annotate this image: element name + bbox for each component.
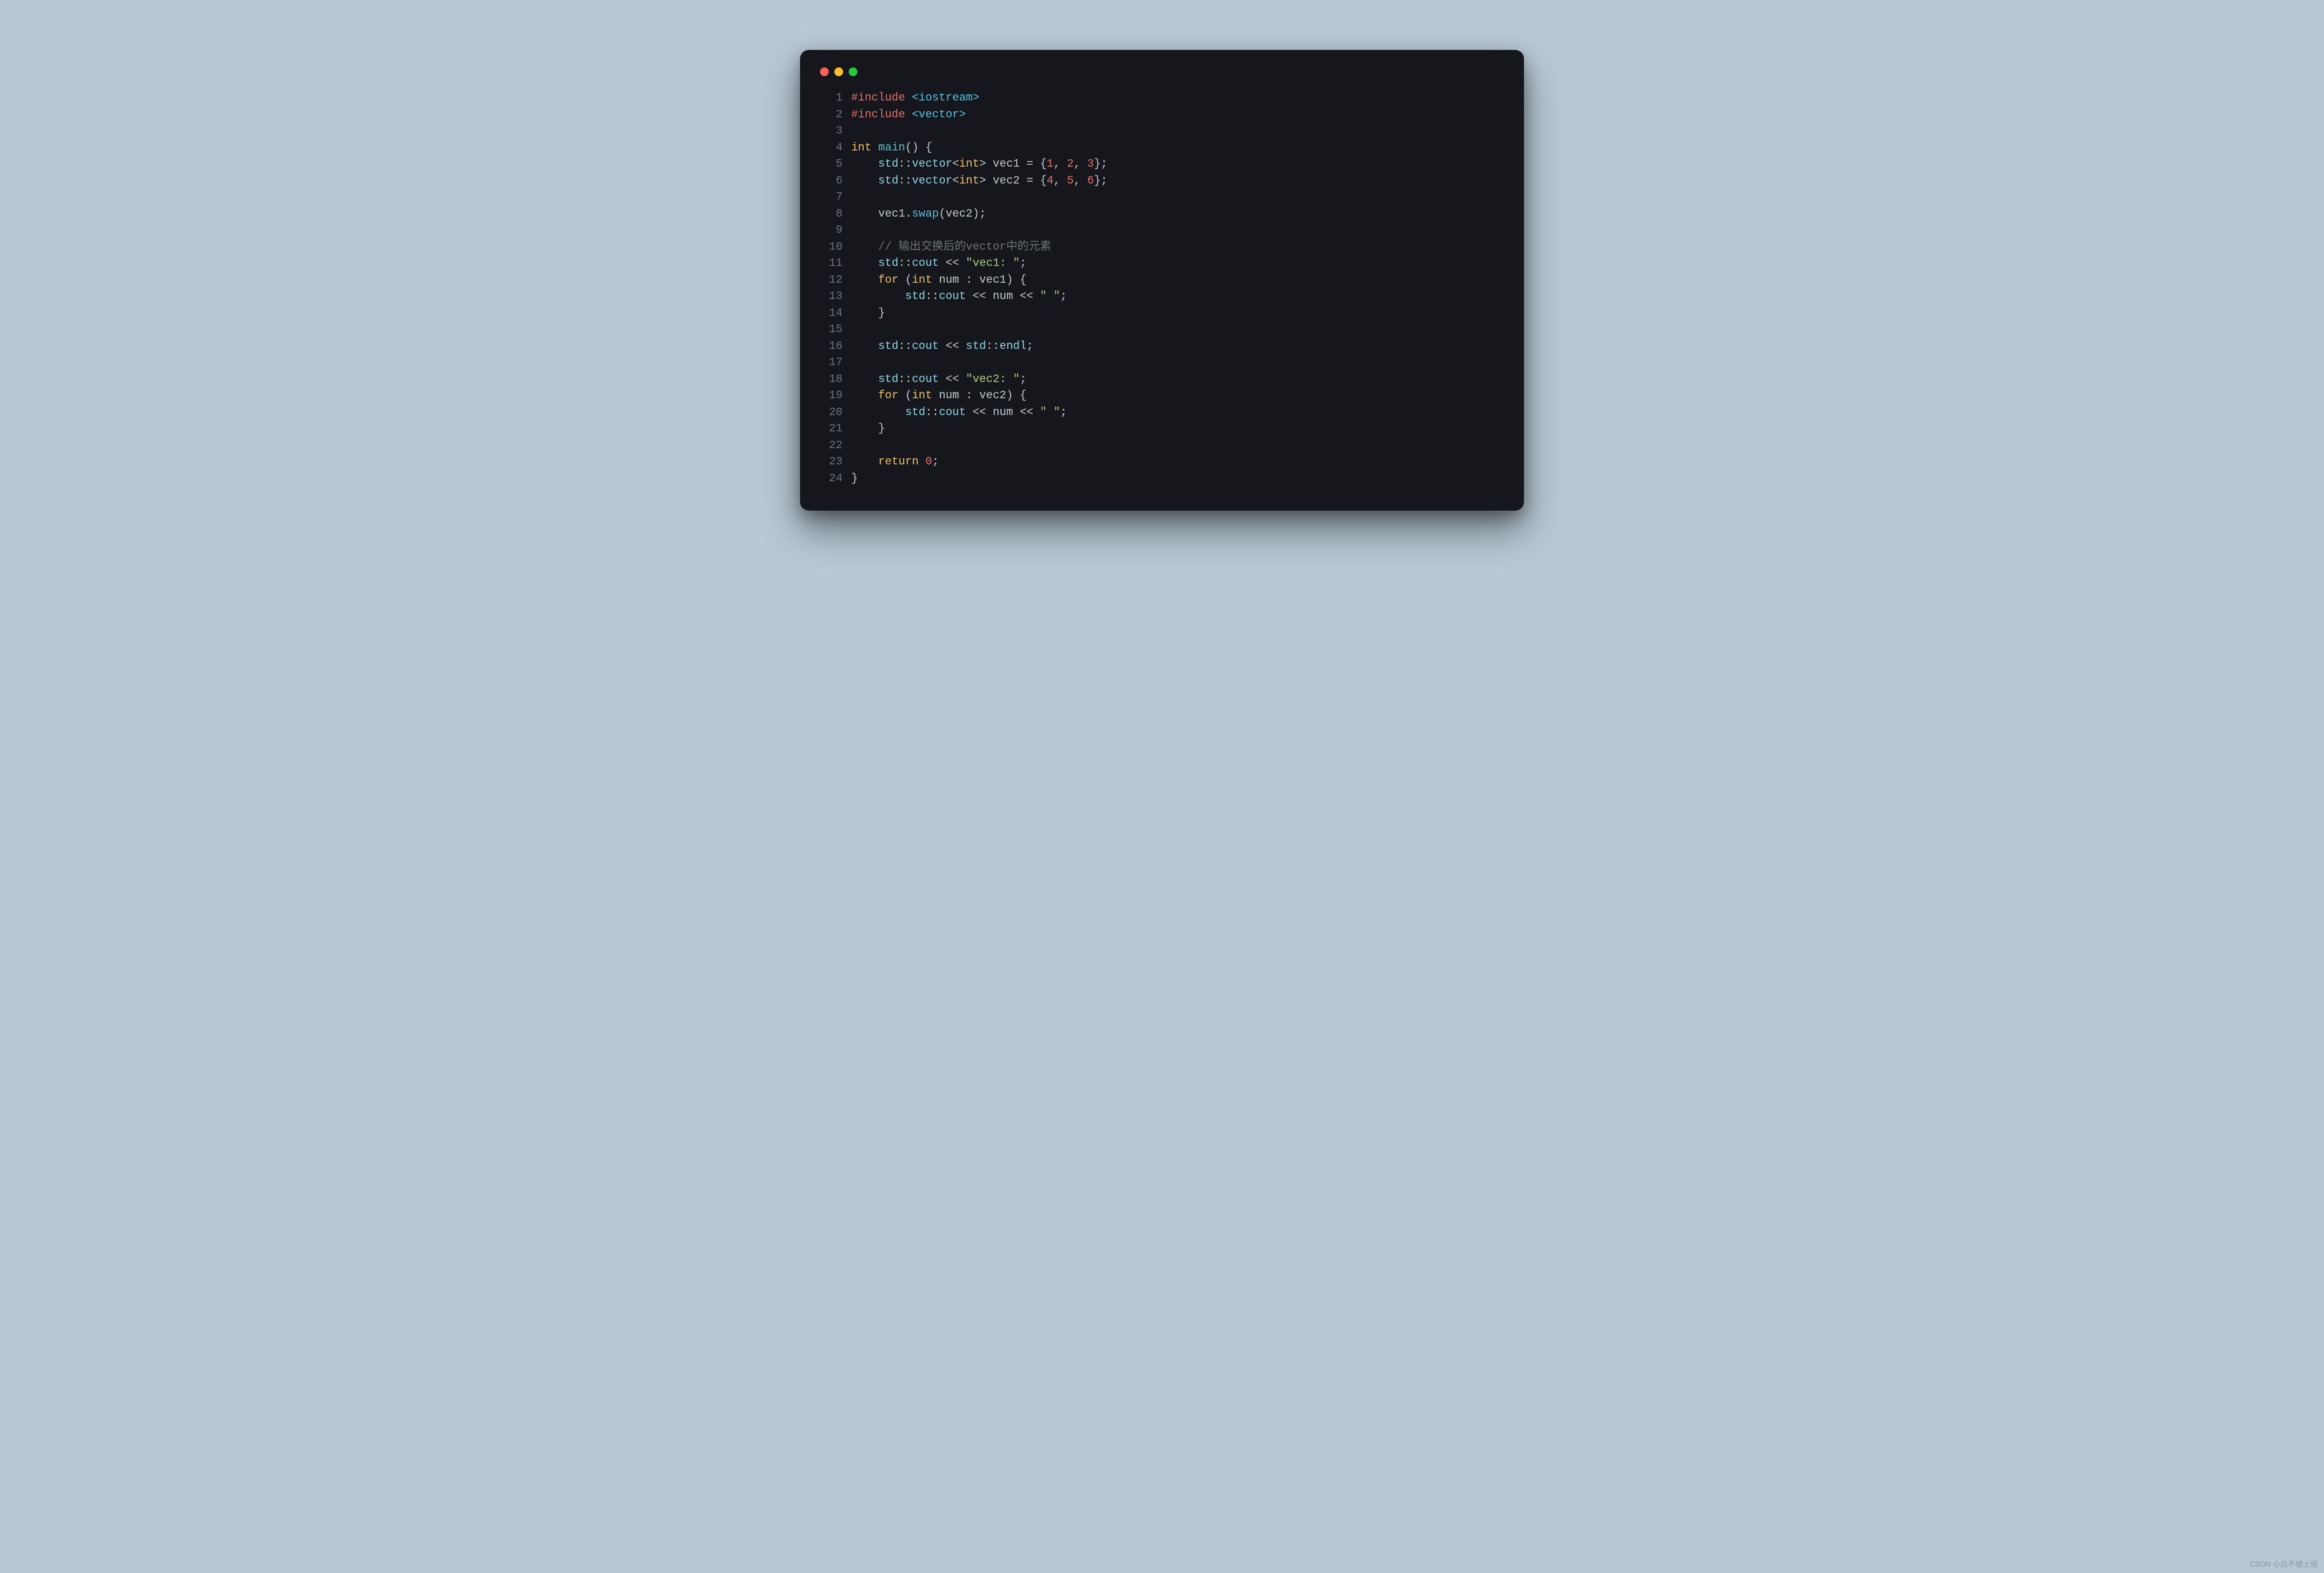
line-content[interactable]: for (int num : vec2) { <box>851 388 1506 404</box>
minimize-icon[interactable] <box>834 67 843 76</box>
line-content[interactable]: return 0; <box>851 454 1506 471</box>
line-number: 1 <box>818 90 851 107</box>
line-content[interactable] <box>851 355 1506 371</box>
line-number: 20 <box>818 404 851 421</box>
line-number: 5 <box>818 156 851 173</box>
line-content[interactable]: std::cout << std::endl; <box>851 338 1506 355</box>
code-line[interactable]: 19 for (int num : vec2) { <box>818 388 1506 404</box>
line-content[interactable] <box>851 438 1506 454</box>
code-line[interactable]: 7 <box>818 189 1506 206</box>
line-content[interactable]: // 输出交换后的vector中的元素 <box>851 239 1506 256</box>
line-content[interactable]: #include <iostream> <box>851 90 1506 107</box>
line-content[interactable]: std::cout << num << " "; <box>851 288 1506 305</box>
line-number: 22 <box>818 438 851 454</box>
line-content[interactable]: } <box>851 421 1506 438</box>
editor-window: 1#include <iostream>2#include <vector>3 … <box>800 50 1524 511</box>
code-line[interactable]: 23 return 0; <box>818 454 1506 471</box>
line-content[interactable]: std::cout << num << " "; <box>851 404 1506 421</box>
line-content[interactable]: int main() { <box>851 140 1506 157</box>
line-number: 16 <box>818 338 851 355</box>
window-controls <box>818 67 1506 90</box>
code-line[interactable]: 15 <box>818 321 1506 338</box>
code-line[interactable]: 17 <box>818 355 1506 371</box>
line-content[interactable]: std::vector<int> vec2 = {4, 5, 6}; <box>851 173 1506 190</box>
code-line[interactable]: 6 std::vector<int> vec2 = {4, 5, 6}; <box>818 173 1506 190</box>
line-number: 12 <box>818 272 851 289</box>
line-number: 21 <box>818 421 851 438</box>
line-number: 9 <box>818 222 851 239</box>
code-line[interactable]: 24} <box>818 471 1506 488</box>
line-content[interactable] <box>851 321 1506 338</box>
code-line[interactable]: 18 std::cout << "vec2: "; <box>818 371 1506 388</box>
code-line[interactable]: 4int main() { <box>818 140 1506 157</box>
line-number: 11 <box>818 255 851 272</box>
line-number: 8 <box>818 206 851 223</box>
maximize-icon[interactable] <box>849 67 857 76</box>
line-number: 7 <box>818 189 851 206</box>
code-line[interactable]: 16 std::cout << std::endl; <box>818 338 1506 355</box>
line-number: 19 <box>818 388 851 404</box>
line-content[interactable]: } <box>851 471 1506 488</box>
line-number: 24 <box>818 471 851 488</box>
code-line[interactable]: 3 <box>818 123 1506 140</box>
code-line[interactable]: 14 } <box>818 305 1506 322</box>
line-content[interactable]: std::cout << "vec1: "; <box>851 255 1506 272</box>
line-content[interactable]: std::vector<int> vec1 = {1, 2, 3}; <box>851 156 1506 173</box>
watermark: CSDN 小白不想上班 <box>2250 1559 2318 1569</box>
line-content[interactable] <box>851 123 1506 140</box>
code-area[interactable]: 1#include <iostream>2#include <vector>3 … <box>818 90 1506 487</box>
line-number: 2 <box>818 107 851 124</box>
line-content[interactable]: #include <vector> <box>851 107 1506 124</box>
code-line[interactable]: 13 std::cout << num << " "; <box>818 288 1506 305</box>
line-content[interactable] <box>851 189 1506 206</box>
line-content[interactable]: vec1.swap(vec2); <box>851 206 1506 223</box>
line-number: 10 <box>818 239 851 256</box>
code-line[interactable]: 21 } <box>818 421 1506 438</box>
code-line[interactable]: 5 std::vector<int> vec1 = {1, 2, 3}; <box>818 156 1506 173</box>
line-number: 15 <box>818 321 851 338</box>
line-content[interactable] <box>851 222 1506 239</box>
code-line[interactable]: 11 std::cout << "vec1: "; <box>818 255 1506 272</box>
close-icon[interactable] <box>820 67 829 76</box>
line-number: 13 <box>818 288 851 305</box>
code-line[interactable]: 2#include <vector> <box>818 107 1506 124</box>
code-line[interactable]: 22 <box>818 438 1506 454</box>
line-number: 23 <box>818 454 851 471</box>
line-number: 4 <box>818 140 851 157</box>
code-line[interactable]: 8 vec1.swap(vec2); <box>818 206 1506 223</box>
line-content[interactable]: std::cout << "vec2: "; <box>851 371 1506 388</box>
line-number: 6 <box>818 173 851 190</box>
line-number: 14 <box>818 305 851 322</box>
code-line[interactable]: 10 // 输出交换后的vector中的元素 <box>818 239 1506 256</box>
code-line[interactable]: 20 std::cout << num << " "; <box>818 404 1506 421</box>
code-line[interactable]: 9 <box>818 222 1506 239</box>
line-content[interactable]: } <box>851 305 1506 322</box>
line-number: 18 <box>818 371 851 388</box>
line-number: 3 <box>818 123 851 140</box>
code-line[interactable]: 1#include <iostream> <box>818 90 1506 107</box>
line-number: 17 <box>818 355 851 371</box>
code-line[interactable]: 12 for (int num : vec1) { <box>818 272 1506 289</box>
line-content[interactable]: for (int num : vec1) { <box>851 272 1506 289</box>
